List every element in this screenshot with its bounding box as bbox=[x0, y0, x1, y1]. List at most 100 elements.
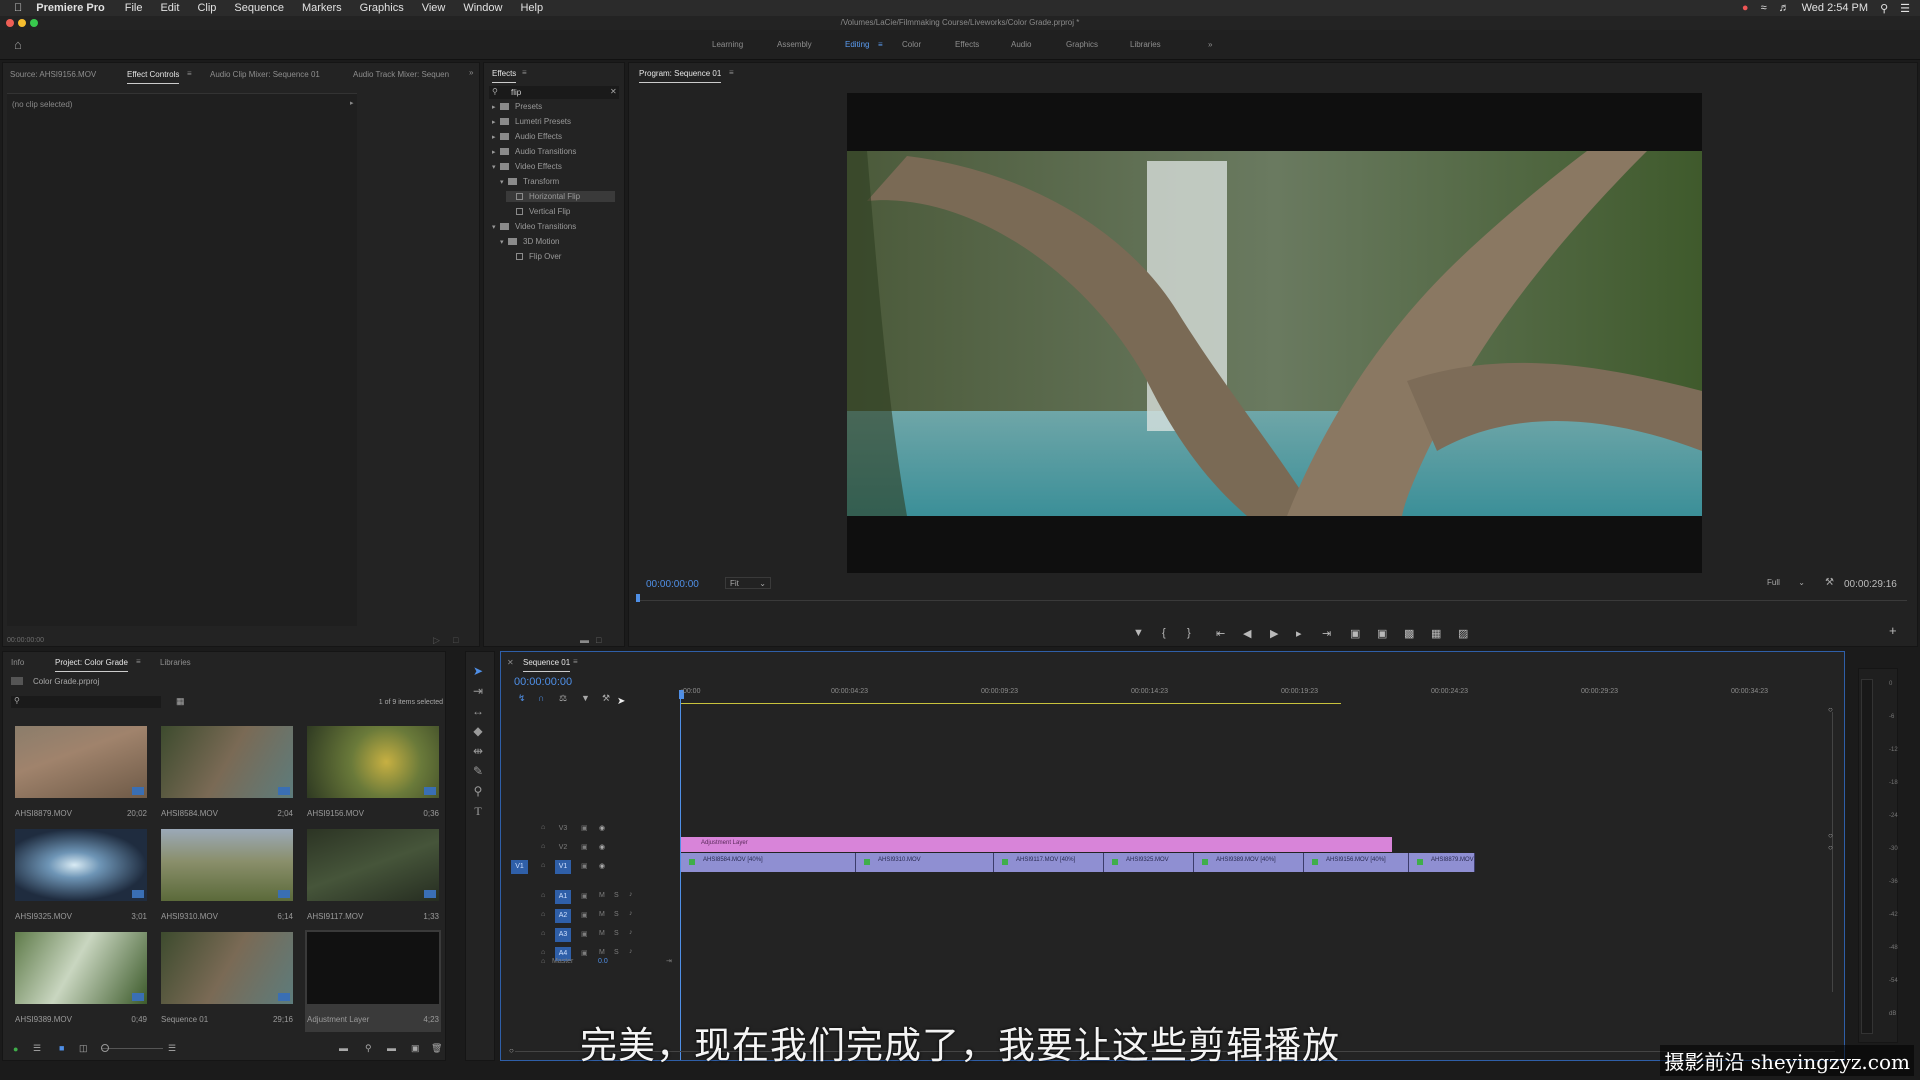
effects-tree-item[interactable]: ▸ Audio Transitions bbox=[490, 146, 615, 157]
selection-tool-icon[interactable]: ➤ bbox=[471, 664, 485, 678]
menu-file[interactable]: File bbox=[125, 2, 143, 14]
timeline-settings-icon[interactable]: ⚒ bbox=[602, 693, 610, 704]
effects-tree-item[interactable]: ▸ Audio Effects bbox=[490, 131, 615, 142]
cloud-icon[interactable]: ● bbox=[1742, 2, 1749, 14]
panel-menu-icon[interactable]: ≡ bbox=[187, 69, 192, 78]
effects-tree-item[interactable]: Flip Over bbox=[506, 251, 615, 262]
workspace-libraries[interactable]: Libraries bbox=[1130, 40, 1161, 49]
project-thumbnail[interactable] bbox=[161, 932, 293, 1004]
scroll-handle-icon[interactable]: ○ bbox=[1828, 831, 1833, 840]
wrench-icon[interactable]: ⚒ bbox=[1825, 577, 1834, 588]
tab-source[interactable]: Source: AHSI9156.MOV bbox=[10, 70, 96, 79]
tree-arrow-icon[interactable]: ▾ bbox=[492, 163, 500, 171]
tab-info[interactable]: Info bbox=[11, 658, 24, 667]
solo-track-button[interactable]: S bbox=[614, 892, 619, 899]
menu-edit[interactable]: Edit bbox=[160, 2, 179, 14]
timeline-clip[interactable]: AHSI9310.MOV bbox=[856, 853, 994, 872]
timeline-clip[interactable]: AHSI9156.MOV [40%] bbox=[1304, 853, 1409, 872]
wifi-icon[interactable]: ≈ bbox=[1761, 2, 1767, 14]
project-thumbnail[interactable] bbox=[161, 829, 293, 901]
tree-arrow-icon[interactable]: ▸ bbox=[492, 133, 500, 141]
mark-out-icon[interactable]: } bbox=[1187, 627, 1191, 639]
play-icon[interactable]: ▶ bbox=[1270, 627, 1278, 640]
project-thumbnail[interactable] bbox=[307, 829, 439, 901]
sync-lock-icon[interactable]: ▣ bbox=[581, 892, 588, 900]
filter-icon[interactable]: ▷ bbox=[433, 635, 440, 646]
lock-track-icon[interactable]: ⌂ bbox=[541, 892, 545, 899]
effects-tree-item[interactable]: ▸ Presets bbox=[490, 101, 615, 112]
workspace-color[interactable]: Color bbox=[902, 40, 921, 49]
new-bin-icon[interactable]: ▦ bbox=[176, 696, 185, 707]
tree-arrow-icon[interactable]: ▾ bbox=[500, 238, 508, 246]
new-bin-icon[interactable]: ▬ bbox=[580, 635, 589, 645]
project-thumbnail[interactable] bbox=[15, 829, 147, 901]
track-target-toggle[interactable]: V2 bbox=[555, 841, 571, 855]
tree-arrow-icon[interactable]: ▾ bbox=[500, 178, 508, 186]
lift-icon[interactable]: ▣ bbox=[1350, 627, 1360, 640]
menu-clip[interactable]: Clip bbox=[197, 2, 216, 14]
timeline-clip[interactable]: AHSI9325.MOV bbox=[1104, 853, 1194, 872]
timeline-timecode[interactable]: 00:00:00:00 bbox=[514, 676, 572, 688]
ripple-edit-tool-icon[interactable]: ↔ bbox=[471, 704, 485, 718]
step-back-icon[interactable]: ◀ bbox=[1243, 627, 1251, 640]
track-target-toggle[interactable]: A2 bbox=[555, 909, 571, 923]
effects-tree-item[interactable]: ▾ 3D Motion bbox=[498, 236, 615, 247]
tab-effects[interactable]: Effects bbox=[492, 69, 517, 83]
track-select-tool-icon[interactable]: ⇥ bbox=[471, 684, 485, 698]
track-target-toggle[interactable]: A1 bbox=[555, 890, 571, 904]
workspaces-overflow[interactable]: » bbox=[1208, 40, 1212, 49]
go-to-out-icon[interactable]: ⇥ bbox=[1322, 627, 1331, 640]
project-item[interactable]: AHSI8584.MOV 2;04 bbox=[159, 724, 295, 826]
workspace-audio[interactable]: Audio bbox=[1011, 40, 1031, 49]
mute-track-button[interactable]: M bbox=[599, 911, 605, 918]
add-marker-icon[interactable]: ▼ bbox=[581, 693, 590, 703]
vr-video-icon[interactable]: ▨ bbox=[1458, 627, 1468, 640]
timeline-clip[interactable]: AHSI9117.MOV [40%] bbox=[994, 853, 1104, 872]
toggle-output-eye-icon[interactable]: ◉ bbox=[599, 824, 605, 832]
volume-icon[interactable]: ♬ bbox=[1779, 2, 1790, 14]
go-to-in-icon[interactable]: ⇤ bbox=[1216, 627, 1225, 640]
menu-view[interactable]: View bbox=[422, 2, 446, 14]
toggle-output-eye-icon[interactable]: ◉ bbox=[599, 862, 605, 870]
project-thumbnail[interactable] bbox=[307, 726, 439, 798]
timeline-close-icon[interactable]: ✕ bbox=[507, 658, 514, 667]
timeline-menu-icon[interactable]: ≡ bbox=[573, 657, 578, 666]
linked-selection-icon[interactable]: ⚖ bbox=[559, 693, 567, 704]
effects-tree-item[interactable]: ▾ Transform bbox=[498, 176, 615, 187]
menu-markers[interactable]: Markers bbox=[302, 2, 342, 14]
tree-arrow-icon[interactable]: ▸ bbox=[492, 103, 500, 111]
program-playhead-timecode[interactable]: 00:00:00:00 bbox=[646, 579, 699, 590]
tree-arrow-icon[interactable]: ▸ bbox=[492, 118, 500, 126]
menu-window[interactable]: Window bbox=[463, 2, 502, 14]
lock-track-icon[interactable]: ⌂ bbox=[541, 843, 545, 850]
adjustment-layer-clip[interactable]: Adjustment Layer bbox=[681, 837, 1392, 852]
project-thumbnail[interactable] bbox=[161, 726, 293, 798]
zoom-window-button[interactable] bbox=[30, 19, 38, 27]
workspace-editing[interactable]: Editing bbox=[845, 40, 869, 49]
delete-icon[interactable]: □ bbox=[596, 635, 601, 645]
panel-overflow-icon[interactable]: » bbox=[469, 68, 473, 77]
solo-track-button[interactable]: S bbox=[614, 949, 619, 956]
source-patch-v1[interactable]: V1 bbox=[511, 860, 528, 874]
project-item[interactable]: AHSI9310.MOV 6;14 bbox=[159, 827, 295, 929]
scroll-handle-icon[interactable]: ○ bbox=[1828, 705, 1833, 714]
toggle-output-eye-icon[interactable]: ◉ bbox=[599, 843, 605, 851]
project-thumbnail[interactable] bbox=[15, 932, 147, 1004]
lock-track-icon[interactable]: ⌂ bbox=[541, 930, 545, 937]
master-volume-value[interactable]: 0.0 bbox=[598, 958, 608, 965]
project-item[interactable]: AHSI8879.MOV 20;02 bbox=[13, 724, 149, 826]
master-jump-icon[interactable]: ⇥ bbox=[666, 957, 672, 965]
voice-over-record-icon[interactable]: ♪ bbox=[629, 891, 633, 898]
hand-tool-icon[interactable]: ⚲ bbox=[471, 784, 485, 798]
sync-lock-icon[interactable]: ▣ bbox=[581, 930, 588, 938]
spotlight-icon[interactable]: ⚲ bbox=[1880, 2, 1888, 15]
clock[interactable]: Wed 2:54 PM bbox=[1802, 2, 1868, 14]
timeline-clip[interactable]: AHSI8879.MOV bbox=[1409, 853, 1475, 872]
effects-search-field[interactable]: ⚲ flip ✕ bbox=[489, 86, 619, 99]
track-target-toggle[interactable]: V3 bbox=[555, 822, 571, 836]
project-item[interactable]: AHSI9117.MOV 1;33 bbox=[305, 827, 441, 929]
work-area-bar[interactable] bbox=[681, 703, 1341, 704]
quality-dropdown[interactable]: Full ⌄ bbox=[1763, 577, 1809, 589]
tree-arrow-icon[interactable]: ▸ bbox=[492, 148, 500, 156]
minimize-window-button[interactable] bbox=[18, 19, 26, 27]
